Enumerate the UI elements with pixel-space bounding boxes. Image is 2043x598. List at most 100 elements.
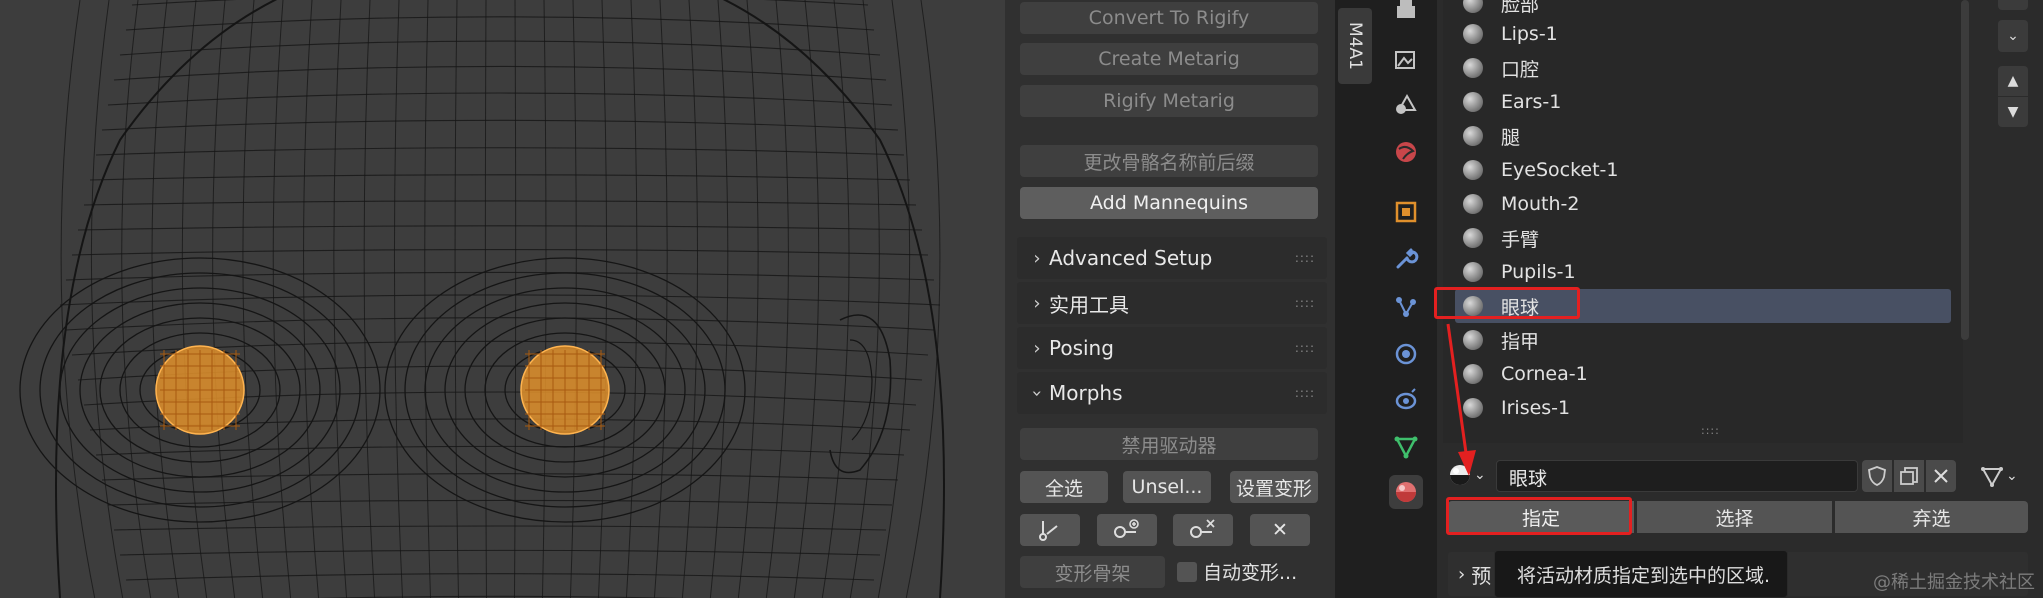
data-properties-icon[interactable] [1389, 430, 1423, 464]
output-properties-icon[interactable] [1389, 0, 1423, 28]
modifier-properties-icon[interactable] [1389, 242, 1423, 276]
duplicate-material-button[interactable] [1894, 460, 1924, 492]
close-icon [1934, 469, 1948, 483]
physics-orbit-icon [1395, 343, 1417, 365]
ear-inner [849, 339, 873, 441]
list-item[interactable]: Ears-1 [1455, 85, 1951, 119]
list-item-label: 指甲 [1501, 330, 1540, 353]
list-item[interactable]: Lips-1 [1455, 17, 1951, 51]
move-down-button[interactable]: ▼ [1998, 97, 2028, 127]
drag-grip-icon[interactable]: :::: [1295, 251, 1315, 265]
mesh-edge-vertical [60, 0, 96, 598]
mesh-edge-horizontal [125, 16, 875, 31]
mesh-edge-vertical [242, 0, 264, 598]
constraints-properties-icon[interactable] [1389, 383, 1423, 417]
bone-edit-button[interactable] [1020, 514, 1080, 546]
list-scrollbar[interactable] [1961, 0, 1969, 340]
particles-properties-icon[interactable] [1389, 290, 1423, 324]
section-advanced-setup[interactable]: › Advanced Setup :::: [1017, 237, 1327, 279]
fake-user-button[interactable] [1862, 460, 1892, 492]
material-ball-icon [1463, 262, 1483, 282]
chevron-down-icon: ⌄ [2006, 468, 2018, 484]
key-add-icon [1114, 519, 1139, 538]
drag-grip-icon[interactable]: :::: [1295, 296, 1315, 310]
material-ball-icon [1463, 160, 1483, 180]
add-key-button[interactable] [1097, 514, 1157, 546]
chevron-right-icon: › [1033, 337, 1041, 359]
image-stack-icon [1395, 51, 1415, 69]
mesh-edge-vertical [541, 0, 547, 598]
list-item[interactable]: 口腔 [1455, 51, 1951, 85]
list-item[interactable]: Mouth-2 [1455, 187, 1951, 221]
auto-shape-checkbox[interactable] [1177, 562, 1197, 582]
material-ball-icon [1463, 92, 1483, 112]
list-item-label: Ears-1 [1501, 91, 1562, 113]
material-properties-icon[interactable] [1389, 475, 1423, 509]
list-item[interactable]: Irises-1 [1455, 391, 1951, 425]
physics-properties-icon[interactable] [1389, 337, 1423, 371]
chevron-right-icon: › [1033, 247, 1041, 269]
convert-to-rigify-button[interactable]: Convert To Rigify [1020, 2, 1318, 34]
list-item-label: 腿 [1501, 126, 1521, 149]
object-square-icon [1395, 201, 1417, 223]
constraint-icon [1395, 388, 1417, 410]
section-label: Advanced Setup [1049, 246, 1213, 270]
list-item[interactable]: 手臂 [1455, 221, 1951, 255]
section-morphs[interactable]: › Morphs :::: [1017, 372, 1327, 414]
list-item[interactable]: 指甲 [1455, 323, 1951, 357]
deselect-button[interactable]: 弃选 [1835, 501, 2028, 533]
list-item[interactable]: Pupils-1 [1455, 255, 1951, 289]
section-posing[interactable]: › Posing :::: [1017, 327, 1327, 369]
object-properties-icon[interactable] [1389, 195, 1423, 229]
chevron-down-icon: › [1026, 389, 1048, 397]
rename-bone-prefix-button[interactable]: 更改骨骼名称前后缀 [1020, 145, 1318, 177]
view-layer-icon[interactable] [1389, 42, 1423, 76]
select-all-button[interactable]: 全选 [1020, 471, 1108, 503]
close-button[interactable]: ✕ [1250, 514, 1310, 546]
list-specials-menu-button[interactable]: ⌄ [1998, 20, 2028, 52]
remove-key-button[interactable] [1173, 514, 1233, 546]
bone-edit-icon [1039, 521, 1058, 541]
section-utilities[interactable]: › 实用工具 :::: [1017, 282, 1327, 324]
list-item[interactable]: EyeSocket-1 [1455, 153, 1951, 187]
add-mannequins-button[interactable]: Add Mannequins [1020, 187, 1318, 219]
mesh-edge-vertical [424, 0, 432, 598]
material-name-field[interactable]: 眼球 [1496, 460, 1858, 492]
disable-drivers-button[interactable]: 禁用驱动器 [1020, 428, 1318, 460]
3d-viewport[interactable] [0, 0, 1005, 598]
material-ball-icon [1463, 228, 1483, 248]
list-resize-grip-icon[interactable]: :::: [1701, 424, 1720, 437]
scene-properties-icon[interactable] [1389, 88, 1423, 122]
mesh-link-icon [1981, 467, 2003, 488]
mesh-edge-vertical [151, 0, 180, 598]
unlink-material-button[interactable] [1926, 460, 1956, 492]
list-item[interactable]: Cornea-1 [1455, 357, 1951, 391]
n-sidebar-panel: Convert To Rigify Create Metarig Rigify … [1005, 0, 1335, 598]
world-properties-icon[interactable] [1389, 135, 1423, 169]
tab-m4a1[interactable]: M4A1 [1338, 8, 1372, 84]
mesh-edge-horizontal [101, 119, 899, 131]
rigify-metarig-button[interactable]: Rigify Metarig [1020, 85, 1318, 117]
drag-grip-icon[interactable]: :::: [1295, 386, 1315, 400]
scene-icon [1396, 93, 1417, 114]
move-up-button[interactable]: ▲ [1998, 66, 2028, 96]
material-slot-list[interactable]: 脸部 Lips-1 口腔 Ears-1 腿 EyeSocket-1 Mouth-… [1443, 0, 1969, 443]
list-item[interactable]: 腿 [1455, 119, 1951, 153]
mesh-edge-vertical [272, 0, 292, 598]
drag-grip-icon[interactable]: :::: [1295, 341, 1315, 355]
create-metarig-button[interactable]: Create Metarig [1020, 43, 1318, 75]
triangle-down-icon: ▼ [2007, 104, 2019, 120]
ear-outline [829, 314, 892, 474]
world-globe-icon [1396, 142, 1416, 162]
list-item-label: 脸部 [1501, 0, 1540, 16]
link-data-dropdown[interactable]: ⌄ [1980, 460, 2028, 492]
shape-bones-button[interactable]: 变形骨架 [1020, 556, 1165, 588]
mesh-edge-vertical [393, 0, 404, 598]
auto-shape-label: 自动变形... [1203, 562, 1298, 584]
list-item-label: Irises-1 [1501, 397, 1571, 419]
set-shape-button[interactable]: 设置变形 [1230, 471, 1318, 503]
select-button[interactable]: 选择 [1637, 501, 1832, 533]
unselect-button[interactable]: Unsel... [1123, 471, 1211, 503]
annotation-arrow [1446, 323, 1476, 476]
list-add-button[interactable] [1998, 0, 2028, 10]
